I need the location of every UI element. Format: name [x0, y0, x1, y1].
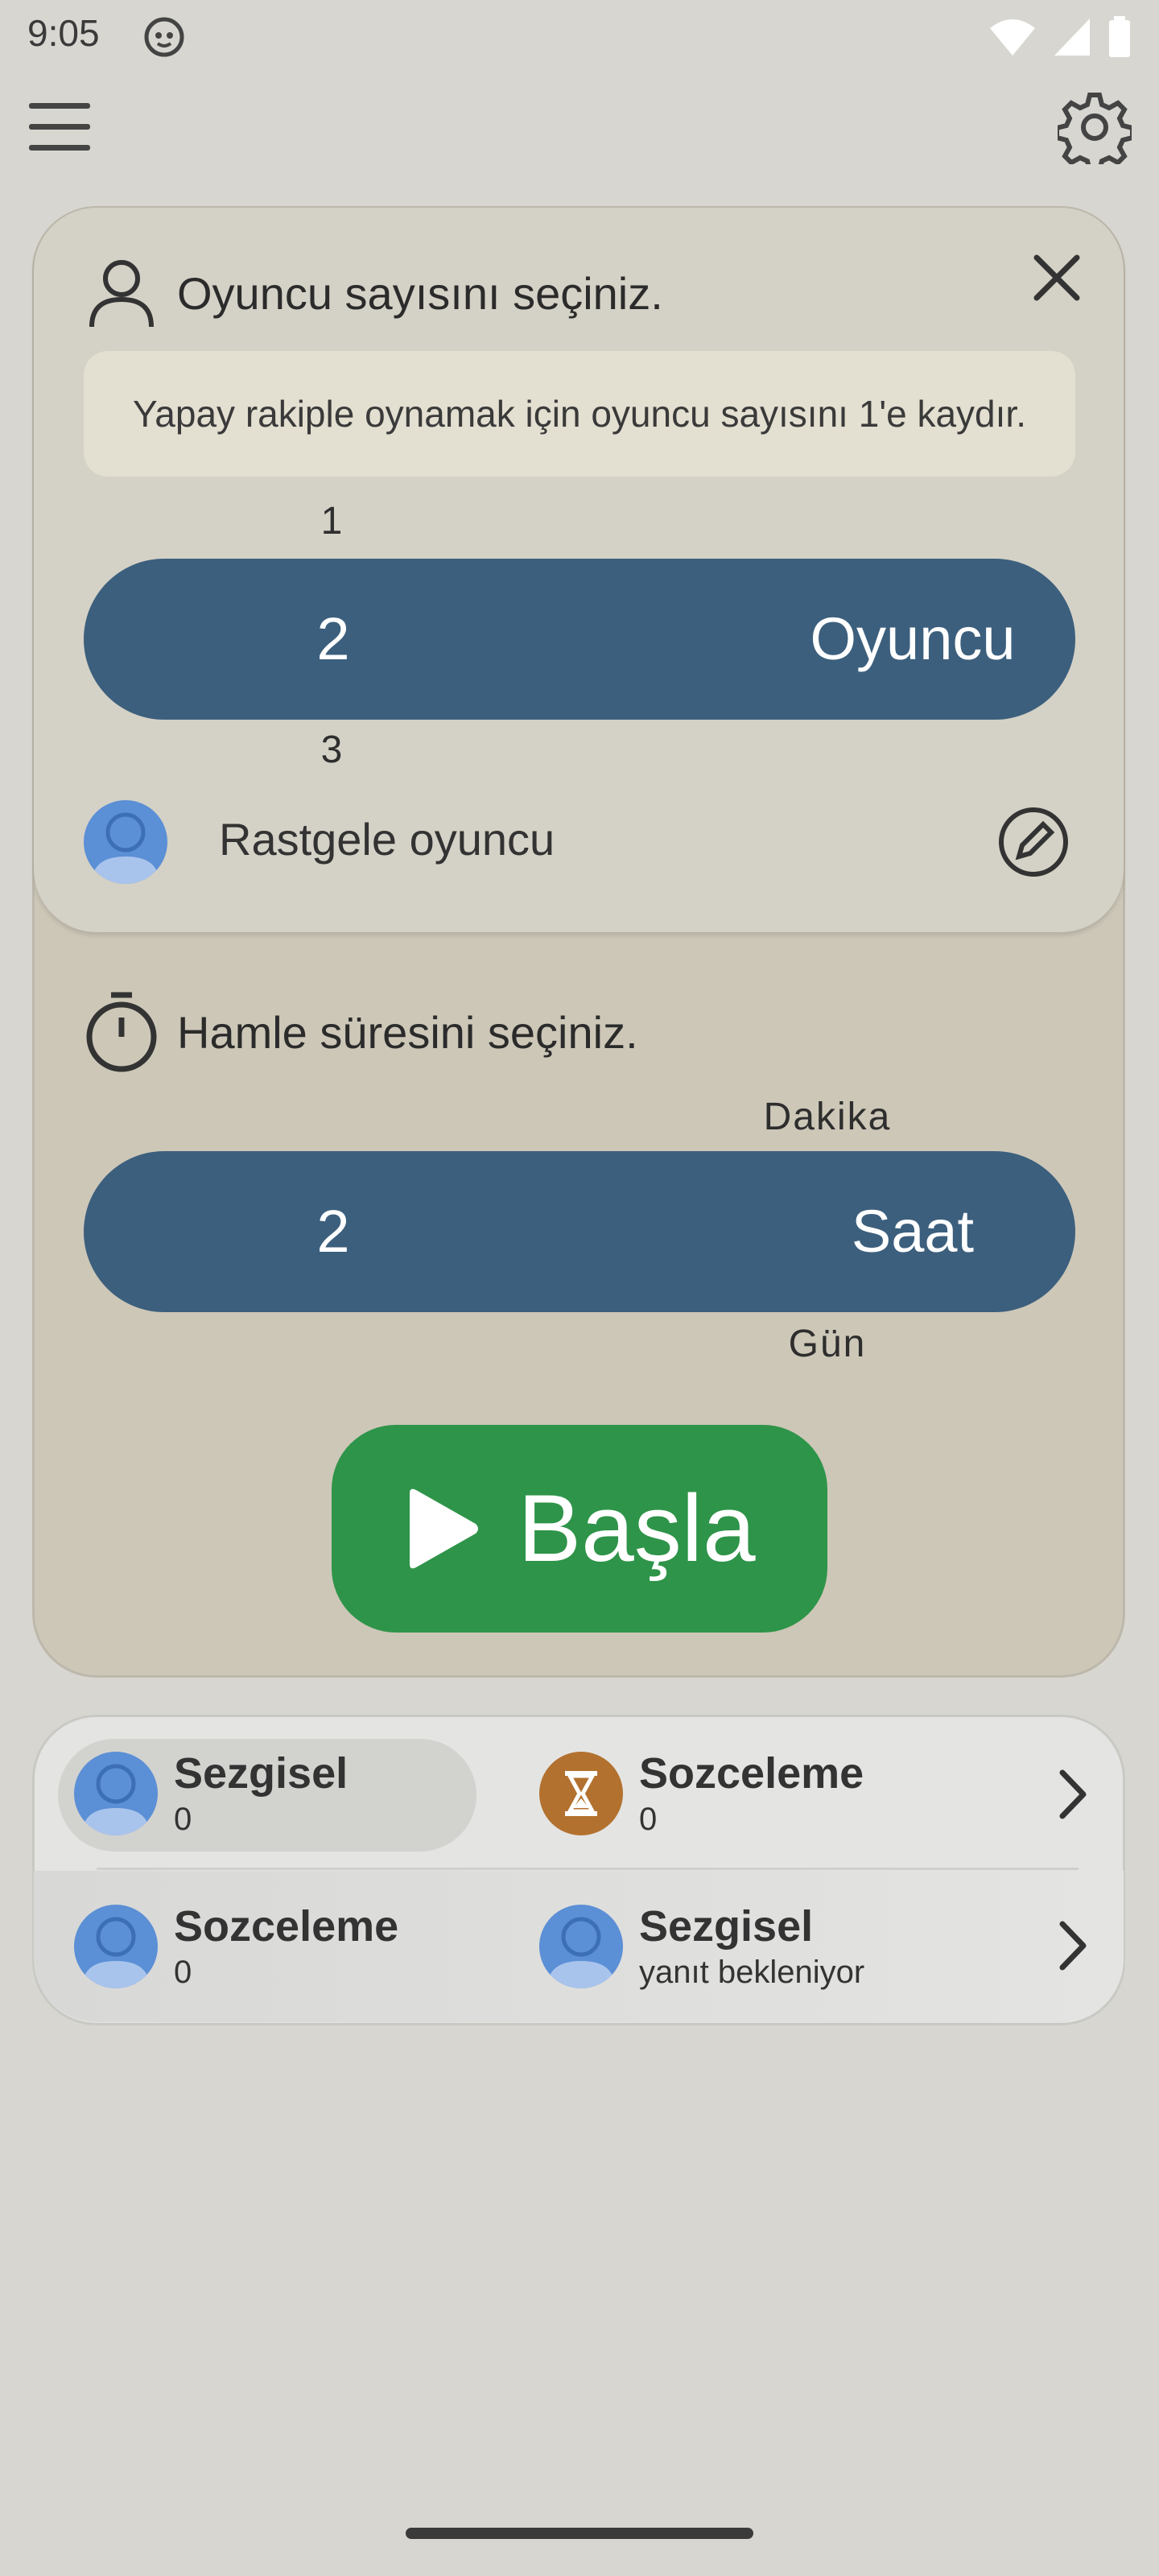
opponent-avatar — [539, 1752, 623, 1835]
close-icon — [1033, 254, 1080, 301]
player-count-value: 2 — [316, 605, 350, 672]
menu-button[interactable] — [27, 97, 92, 158]
start-label: Başla — [518, 1476, 756, 1582]
person-icon — [85, 256, 158, 328]
random-player-label: Rastgele oyuncu — [219, 814, 555, 865]
ai-hint-box: Yapay rakiple oynamak için oyuncu sayısı… — [84, 351, 1075, 477]
settings-button[interactable] — [1054, 90, 1135, 173]
picker-option-above[interactable]: 1 — [251, 499, 412, 543]
opponent-name: Sozceleme — [639, 1749, 864, 1798]
player-name: Sezgisel — [174, 1749, 349, 1798]
status-time: 9:05 — [27, 12, 100, 54]
move-time-picker[interactable]: 2 Saat — [84, 1151, 1075, 1312]
chevron-right-icon[interactable] — [1053, 1918, 1093, 1974]
hamburger-menu-icon — [29, 103, 90, 151]
opponent-score: 0 — [639, 1802, 658, 1837]
opponent-avatar — [539, 1905, 623, 1988]
status-icons — [988, 16, 1132, 58]
gear-icon — [1054, 93, 1135, 173]
person-avatar-icon — [82, 1917, 150, 1988]
chevron-right-icon[interactable] — [1053, 1766, 1093, 1823]
player-count-picker[interactable]: 2 Oyuncu — [84, 559, 1075, 720]
move-time-value: 2 — [316, 1198, 350, 1265]
edit-player-button[interactable] — [996, 805, 1070, 879]
play-icon — [410, 1488, 479, 1569]
player-count-unit: Oyuncu — [810, 605, 1016, 672]
move-time-heading: Hamle süresini seçiniz. — [177, 1007, 638, 1058]
game-status: yanıt bekleniyor — [639, 1955, 865, 1990]
stopwatch-icon — [84, 990, 159, 1074]
person-avatar-icon — [82, 1764, 150, 1835]
close-button[interactable] — [1027, 248, 1087, 308]
row-divider — [97, 1868, 1079, 1870]
person-avatar-icon — [92, 812, 159, 884]
battery-icon — [1109, 16, 1130, 57]
start-button[interactable]: Başla — [332, 1425, 827, 1633]
picker-option-below[interactable]: 3 — [251, 728, 412, 772]
player-score: 0 — [174, 1802, 192, 1837]
player-avatar — [74, 1905, 158, 1988]
player-score: 0 — [174, 1955, 192, 1990]
signal-icon — [1054, 19, 1090, 56]
edit-icon — [999, 807, 1068, 877]
opponent-name: Sezgisel — [639, 1902, 814, 1951]
wifi-icon — [990, 19, 1035, 56]
time-unit-below[interactable]: Gün — [707, 1322, 948, 1366]
person-avatar-icon — [547, 1917, 615, 1988]
random-player-avatar — [84, 800, 167, 884]
player-avatar — [74, 1752, 158, 1835]
cat-notification-icon — [143, 16, 185, 58]
ai-hint-text: Yapay rakiple oynamak için oyuncu sayısı… — [133, 393, 1026, 435]
hourglass-icon — [565, 1771, 597, 1816]
player-name: Sozceleme — [174, 1902, 399, 1951]
time-unit-above[interactable]: Dakika — [707, 1095, 948, 1139]
move-time-unit: Saat — [851, 1198, 975, 1265]
player-count-heading: Oyuncu sayısını seçiniz. — [177, 268, 663, 319]
home-indicator[interactable] — [406, 2528, 753, 2539]
